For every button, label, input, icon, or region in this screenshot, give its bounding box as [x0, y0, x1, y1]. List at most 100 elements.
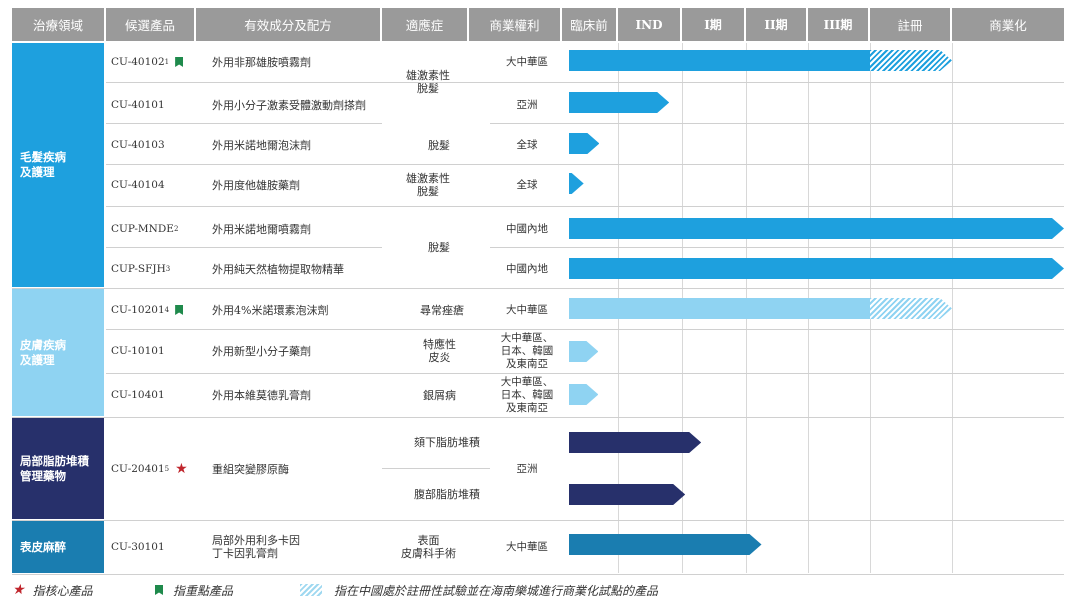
footnote-ref: 2: [173, 224, 179, 233]
indication-text: 特應性 皮炎: [423, 338, 456, 364]
pipeline-bar: [569, 50, 952, 71]
legend-hatch: 指在中國處於註冊性試驗並在海南樂城進行商業化試點的產品: [300, 580, 658, 600]
legend-core-label: 指核心產品: [32, 583, 93, 598]
pipeline-bar: [569, 432, 701, 453]
pipeline-bar: [569, 218, 1064, 239]
pipeline-bar: [569, 384, 598, 405]
indication-text: 腹部脂肪堆積: [414, 487, 480, 501]
indication-text: 表面 皮膚科手術: [401, 534, 456, 560]
product-code: CU-20401 5 ★: [111, 457, 195, 481]
grid-hline: [106, 206, 1064, 207]
rights-text: 大中華區、 日本、韓國 及東南亞: [500, 375, 554, 414]
flag-icon: [155, 585, 163, 595]
grid-hline: [106, 82, 1064, 83]
area-fat: 局部脂肪堆積 管理藥物: [12, 418, 104, 519]
product-code-text: CU-10201: [111, 303, 165, 316]
ingredient-text: 外用米諾地爾噴霧劑: [212, 222, 311, 236]
ingredient-text: 外用純天然植物提取物精華: [212, 262, 344, 276]
legend-hatch-label: 指在中國處於註冊性試驗並在海南樂城進行商業化試點的產品: [334, 583, 659, 598]
area-hair: 毛髮疾病 及護理: [12, 43, 104, 287]
ingredient-text: 重組突變膠原酶: [212, 462, 289, 476]
product-code-text: CU-10401: [111, 388, 165, 401]
rights-text: 亞洲: [516, 98, 538, 111]
ingredient-text: 外用本維莫德乳膏劑: [212, 388, 311, 402]
key-product-flag-icon: [175, 57, 184, 67]
grid-hline: [106, 329, 1064, 330]
grid-hline: [106, 123, 382, 124]
product-code: CU-10201 4: [111, 298, 195, 322]
ingredient-text: 局部外用利多卡因 丁卡因乳膏劑: [212, 534, 300, 560]
legend-key: 指重點產品: [155, 580, 233, 600]
indication-text: 尋常痤瘡: [420, 303, 464, 317]
ingredient-text: 外用非那雄胺噴霧劑: [212, 55, 311, 69]
grid-hline: [382, 468, 490, 469]
ingredient-text: 外用度他雄胺藥劑: [212, 178, 300, 192]
grid-hline: [490, 123, 1064, 124]
header-ind: IND: [618, 8, 680, 41]
rights-text: 中國內地: [506, 262, 548, 275]
rights-text: 亞洲: [516, 462, 538, 475]
ingredient-text: 外用小分子激素受體激動劑搽劑: [212, 98, 366, 112]
product-code-text: CU-40104: [111, 178, 165, 191]
pipeline-bar: [569, 341, 598, 362]
rights-text: 大中華區: [506, 55, 548, 68]
area-skin: 皮膚疾病 及護理: [12, 289, 104, 416]
product-code: CU-10101: [111, 339, 195, 363]
indication-text: 頦下脂肪堆積: [414, 435, 480, 449]
product-code-text: CU-40103: [111, 138, 165, 151]
pipeline-bar: [569, 173, 584, 194]
indication-text: 脫髮: [428, 138, 450, 152]
star-icon: ★: [12, 582, 25, 598]
hatch-swatch-icon: [300, 584, 322, 596]
grid-hline: [106, 247, 382, 248]
rights-text: 全球: [516, 178, 538, 191]
indication-text: 雄激素性 脫髮: [406, 69, 450, 95]
grid-hline: [12, 288, 1064, 289]
header-rights: 商業權利: [469, 8, 560, 41]
grid-hline: [12, 574, 1064, 575]
indication-text: 銀屑病: [423, 388, 456, 402]
area-anesthesia: 表皮麻醉: [12, 521, 104, 573]
footnote-ref: 3: [165, 264, 171, 273]
ingredient-text: 外用米諾地爾泡沫劑: [212, 138, 311, 152]
ingredient-text: 外用新型小分子藥劑: [212, 344, 311, 358]
product-code-text: CU-40102: [111, 55, 165, 68]
pipeline-bar: [569, 534, 762, 555]
product-code-text: CUP-SFJH: [111, 262, 166, 275]
product-code-text: CU-10101: [111, 344, 165, 357]
grid-hline: [490, 247, 1064, 248]
rights-text: 全球: [516, 138, 538, 151]
footnote-ref: 4: [164, 305, 170, 314]
footnote-ref: 5: [164, 464, 170, 473]
product-code-text: CUP-MNDE: [111, 222, 174, 235]
pipeline-bar: [569, 298, 952, 319]
rights-text: 大中華區: [506, 540, 548, 553]
product-code-text: CU-30101: [111, 540, 165, 553]
grid-hline: [12, 520, 1064, 521]
indication-text: 雄激素性 脫髮: [406, 172, 450, 198]
pipeline-bar: [569, 258, 1064, 279]
pipeline-bar: [569, 92, 669, 113]
product-code: CU-40101: [111, 93, 195, 117]
header-product: 候選產品: [106, 8, 194, 41]
product-code: CU-40103: [111, 133, 195, 157]
product-code-text: CU-40101: [111, 98, 165, 111]
header-preclinical: 臨床前: [562, 8, 616, 41]
header-ingredient: 有效成分及配方: [196, 8, 380, 41]
pipeline-bar: [569, 484, 685, 505]
footnote-ref: 1: [164, 57, 170, 66]
product-code: CU-40104: [111, 173, 195, 197]
header-phase3: III期: [808, 8, 868, 41]
ingredient-text: 外用4%米諾環素泡沫劑: [212, 303, 329, 317]
pipeline-bar: [569, 133, 599, 154]
header-phase2: II期: [746, 8, 806, 41]
product-code: CUP-MNDE 2: [111, 217, 195, 241]
indication-text: 脫髮: [428, 240, 450, 254]
header-area: 治療領域: [12, 8, 104, 41]
grid-hline: [12, 417, 1064, 418]
header-indication: 適應症: [382, 8, 467, 41]
rights-text: 大中華區、 日本、韓國 及東南亞: [500, 331, 554, 370]
rights-text: 中國內地: [506, 222, 548, 235]
legend-key-label: 指重點產品: [173, 583, 234, 598]
legend-core: ★ 指核心產品: [12, 580, 93, 600]
